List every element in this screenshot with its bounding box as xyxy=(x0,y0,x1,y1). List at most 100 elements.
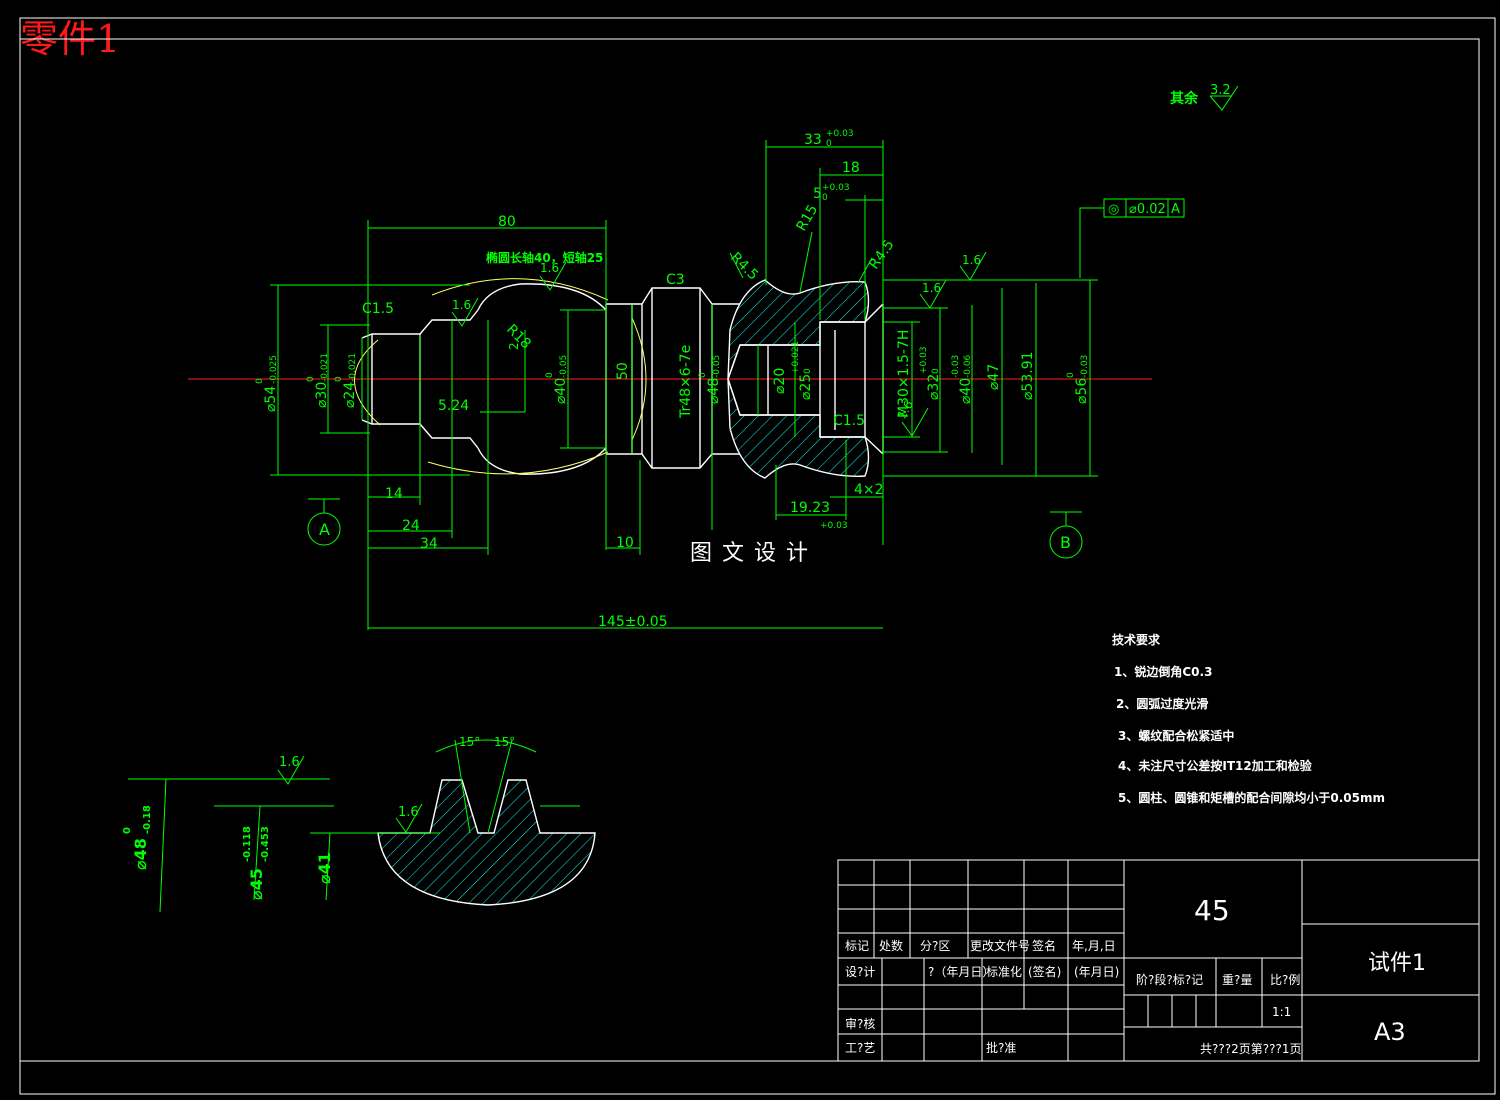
thread-detail: 1.6 1.6 15° 15° ⌀48 0 -0.18 ⌀45 -0.118 -… xyxy=(122,735,596,913)
dimension-label: 阶?段?标?记 xyxy=(1136,972,1203,987)
tech-req-title: 技术要求 xyxy=(1112,632,1161,647)
sheet-size: A3 xyxy=(1374,1018,1406,1046)
dimension-label: -0.021 xyxy=(348,353,358,382)
dimension-label: 4×2 xyxy=(854,482,884,498)
dimension-label: 33 xyxy=(804,132,822,148)
dimension-label: -0.118 xyxy=(242,826,253,862)
dimension-label: -0.05 xyxy=(712,355,722,378)
dimension-label: +0.03 xyxy=(820,521,848,531)
dimension-label: 145±0.05 xyxy=(598,614,668,630)
dimension-label: 标记 xyxy=(845,939,869,953)
dimension-label: 0 xyxy=(822,193,828,203)
dimension-label: 15° xyxy=(494,735,515,749)
dimension-label: -0.453 xyxy=(260,826,271,862)
dimension-label: ⌀53.91 xyxy=(1020,351,1036,400)
tech-req-item: 4、未注尺寸公差按IT12加工和检验 xyxy=(1118,758,1313,773)
dimension-label: ⌀40 xyxy=(958,378,974,404)
dimension-label: 0 xyxy=(803,368,813,374)
dimension-label: 0 xyxy=(826,139,832,149)
dimension-label: C1.5 xyxy=(833,413,865,429)
tech-req-item: 1、锐边倒角C0.3 xyxy=(1114,664,1212,679)
dimension-label: ⌀24 xyxy=(342,382,358,408)
dimension-label: ⌀48 xyxy=(131,838,150,870)
dimension-label: 1.6 xyxy=(540,261,559,275)
dimension-label: 1.6 xyxy=(279,755,300,770)
datum-a: A xyxy=(319,520,330,539)
dimension-label: 更改文件号 xyxy=(970,938,1030,953)
dimension-label: ⌀0.02 xyxy=(1129,202,1166,217)
dimension-label: 比?例 xyxy=(1270,973,1300,987)
dimension-label: 18 xyxy=(842,160,860,176)
dimension-label: C3 xyxy=(666,272,685,288)
dimension-label: 0 xyxy=(255,378,265,384)
dimension-label: 34 xyxy=(420,536,438,552)
dimension-label: 1.6 xyxy=(398,805,419,820)
dimension-label: ⌀48 xyxy=(706,378,722,404)
surface-finish-label: 其余 xyxy=(1170,90,1199,107)
dimension-label: ⌀41 xyxy=(315,852,334,884)
dimension-label: +0.03 xyxy=(822,183,850,193)
dimension-label: C1.5 xyxy=(362,301,394,317)
dimension-label: 0 xyxy=(698,372,708,378)
dimension-label: -0.03 xyxy=(951,355,961,378)
dimension-label: 14 xyxy=(385,486,403,502)
title-block: 标记 处数 分?区 更改文件号 签名 年,月,日 设?计 ?（年月日） 标准化 … xyxy=(837,859,1480,1062)
dimension-label: 重?量 xyxy=(1222,973,1252,987)
dimension-label: ⌀20 xyxy=(772,368,788,394)
dimension-label: (年月日) xyxy=(1074,965,1119,979)
dimension-label: 签名 xyxy=(1032,938,1056,953)
dimension-label: 0 xyxy=(122,827,133,834)
dimension-label: 工?艺 xyxy=(845,1041,875,1055)
dimension-label: -0.18 xyxy=(142,805,153,834)
dimension-label: 0 xyxy=(334,376,344,382)
watermark: 图文设计 xyxy=(690,541,818,566)
dimension-label: 50 xyxy=(615,362,631,380)
dimension-label: 0 xyxy=(931,368,941,374)
dimension-label: 5 xyxy=(813,186,822,202)
dimension-label: +0.03 xyxy=(919,346,929,374)
dimension-label: R4.5 xyxy=(866,237,897,272)
dimension-label: A xyxy=(1171,202,1180,217)
dimension-label: 处数 xyxy=(879,938,903,953)
ellipse-hint xyxy=(354,278,647,475)
dimension-label: ⌀45 xyxy=(247,868,266,900)
dimension-label: ◎ xyxy=(1108,202,1119,217)
dimension-label: 年,月,日 xyxy=(1072,939,1116,953)
technical-requirements: 技术要求 1、锐边倒角C0.3 2、圆弧过度光滑 3、螺纹配合松紧适中 4、未注… xyxy=(1112,632,1385,805)
dimension-label: 10 xyxy=(616,535,634,551)
tech-req-item: 5、圆柱、圆锥和矩槽的配合间隙均小于0.05mm xyxy=(1118,790,1385,805)
dimension-label: 2 xyxy=(507,342,521,350)
roughness-symbols xyxy=(128,85,1239,833)
dimension-label: (签名) xyxy=(1028,964,1061,979)
dimension-label: 0 xyxy=(1066,372,1076,378)
dimension-label: ⌀56 xyxy=(1074,378,1090,404)
dimension-label: -0.025 xyxy=(269,355,279,384)
dimension-label: ⌀25 xyxy=(798,374,814,400)
dimension-label: 1.6 xyxy=(452,298,471,312)
dimension-label: 80 xyxy=(498,214,516,230)
dimension-label: 24 xyxy=(402,518,420,534)
datum-b: B xyxy=(1060,533,1071,552)
cad-drawing: 其余 3.2 33 +0.03 0 18 5 +0.03 0 R15 R4.5 … xyxy=(19,17,1496,1095)
dimension-label: +0.021 xyxy=(791,341,801,374)
dimension-label: -0.03 xyxy=(1080,355,1090,378)
dimension-label: M30×1.5-7H xyxy=(896,330,912,418)
dimension-label: 0 xyxy=(545,372,555,378)
tech-req-item: 3、螺纹配合松紧适中 xyxy=(1118,728,1234,743)
dimension-label: ⌀32 xyxy=(926,374,942,400)
material-value: 45 xyxy=(1194,894,1230,927)
dimension-label: 0 xyxy=(306,376,316,382)
dimension-label: ⌀40 xyxy=(553,378,569,404)
dimension-label: 15° xyxy=(459,735,480,749)
dimension-label: 共???2页第???1页 xyxy=(1200,1042,1302,1056)
dimension-label: Tr48×6-7e xyxy=(678,345,694,419)
dimension-label: -0.05 xyxy=(559,355,569,378)
dimension-label: ⌀30 xyxy=(314,382,330,408)
dimension-label: 分?区 xyxy=(920,939,950,953)
dimension-label: R4.5 xyxy=(727,250,761,284)
dimension-label: ⌀47 xyxy=(986,364,1002,390)
dimension-label: -0.06 xyxy=(963,354,973,378)
part-name: 试件1 xyxy=(1368,951,1426,976)
geometric-tolerance-frame: ◎ ⌀0.02 A xyxy=(1103,198,1185,218)
tech-req-item: 2、圆弧过度光滑 xyxy=(1116,696,1208,711)
